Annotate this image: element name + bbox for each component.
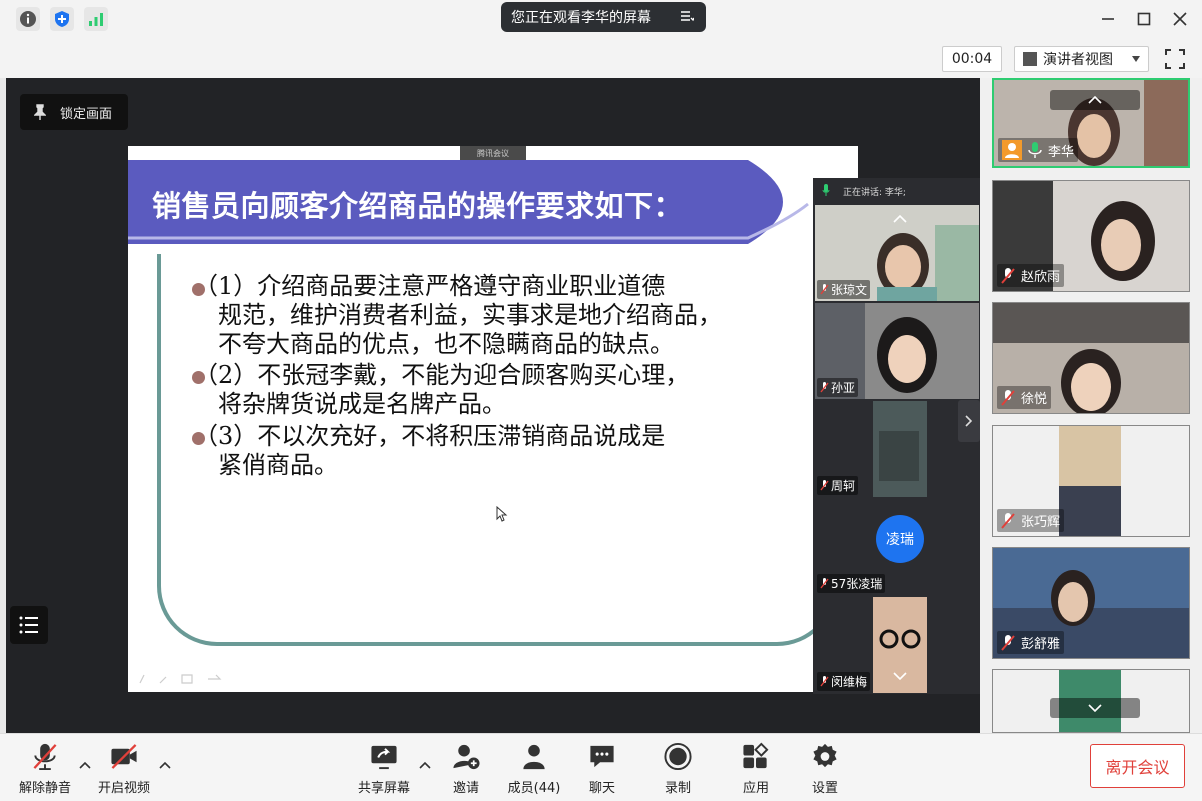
mouse-cursor-icon [496,506,508,522]
leave-meeting-button[interactable]: 离开会议 [1090,744,1185,788]
video-off-icon [111,744,137,769]
bullet-3-line-2: 紧俏商品。 [218,451,338,479]
share-notice-text: 您正在观看李华的屏幕 [511,10,651,26]
strip-next-button[interactable] [958,400,980,442]
lock-view-button[interactable]: 锁定画面 [20,94,128,130]
participant-name: 闵维梅 [817,672,871,691]
pin-icon [34,104,46,120]
participant-name: 张巧辉 [997,509,1065,532]
participant-tile[interactable]: 孙亚 [815,303,979,399]
add-user-icon [453,744,480,770]
gallery-scroll-up[interactable] [1050,90,1140,110]
participant-name: 赵欣雨 [997,264,1065,287]
speaking-indicator: 正在讲话: 李华; [813,178,980,204]
chevron-down-icon [1132,56,1140,62]
muted-mic-icon [820,382,829,393]
slide-pen-controls[interactable] [138,672,228,686]
record-button[interactable]: 录制 [643,738,713,796]
screen-share-notice[interactable]: 您正在观看李华的屏幕 [501,2,706,32]
bullet-2-line-1: （2）不张冠李戴，不能为迎合顾客购买心理， [194,361,690,389]
participant-tile[interactable]: 周轲 [815,401,979,497]
gallery-tile[interactable]: 彭舒雅 [992,547,1190,659]
view-mode-label: 演讲者视图 [1043,52,1113,68]
share-screen-button[interactable]: 共享屏幕 [349,738,419,796]
bullet-1-line-2: 规范，维护消费者利益，实事求是地介绍商品， [218,301,722,329]
chevron-up-icon [1088,96,1102,104]
gallery-tile[interactable]: 张巧辉 [992,425,1190,537]
apps-button[interactable]: 应用 [721,738,791,796]
mic-icon [822,184,830,196]
maximize-icon[interactable] [1133,8,1155,30]
chat-button[interactable]: 聊天 [567,738,637,796]
chevron-up-icon[interactable] [159,760,171,770]
close-icon[interactable] [1169,8,1191,30]
participant-name: 徐悦 [997,386,1052,409]
muted-mic-icon [1001,267,1015,284]
gear-icon [813,743,837,768]
muted-mic-icon [820,480,829,491]
members-button[interactable]: 成员(44) [499,738,569,796]
invite-button[interactable]: 邀请 [431,738,501,796]
start-video-button[interactable]: 开启视频 [89,738,159,796]
bullet-1-line-3: 不夸大商品的优点，也不隐瞒商品的缺点。 [218,330,674,358]
bullet-1: （1）介绍商品要注意严格遵守商业职业道德 规范，维护消费者利益，实事求是地介绍商… [194,272,722,359]
list-menu-icon[interactable] [680,9,694,23]
fullscreen-icon[interactable] [1164,48,1186,70]
bullet-2-line-2: 将杂牌货说成是名牌产品。 [218,390,506,418]
participant-name: 周轲 [817,476,859,495]
chevron-down-icon [1088,704,1102,712]
muted-mic-icon [820,284,829,295]
chat-icon [590,745,614,768]
muted-mic-icon [820,676,829,687]
meeting-timer: 00:04 [942,46,1002,72]
lock-view-label: 锁定画面 [60,106,113,122]
participant-name: 李华 [998,138,1079,162]
muted-mic-icon [1001,634,1015,651]
settings-button[interactable]: 设置 [790,738,860,796]
layout-icon [1023,52,1037,66]
chevron-right-icon [965,415,973,427]
user-icon [1002,140,1022,160]
slide-app-tag: 腾讯会议 [460,146,526,160]
participant-name: 57张凌瑞 [817,574,886,593]
mic-icon [1028,142,1042,158]
chevron-down-icon[interactable] [893,672,907,680]
bullet-2: （2）不张冠李戴，不能为迎合顾客购买心理， 将杂牌货说成是名牌产品。 [194,361,689,419]
gallery-tile[interactable]: 赵欣雨 [992,180,1190,292]
record-icon [664,742,692,771]
muted-mic-icon [820,578,829,589]
members-icon [523,744,545,770]
participant-name: 彭舒雅 [997,631,1065,654]
minimize-icon[interactable] [1097,8,1119,30]
chevron-up-icon[interactable] [419,760,431,770]
share-screen-icon [371,745,397,770]
chevron-up-icon[interactable] [893,215,907,223]
muted-mic-icon [1001,512,1015,529]
view-mode-dropdown[interactable]: 演讲者视图 [1014,46,1149,72]
list-icon [19,616,38,634]
participant-avatar: 凌瑞 [876,515,924,563]
gallery-tile[interactable]: 徐悦 [992,302,1190,414]
unmute-button[interactable]: 解除静音 [10,738,80,796]
speaking-now-text: 正在讲话: 李华; [843,187,906,198]
apps-icon [743,742,769,769]
info-icon[interactable] [16,7,40,31]
bullet-3-line-1: （3）不以次充好，不将积压滞销商品说成是 [194,422,666,450]
slide-menu-button[interactable] [10,606,48,644]
signal-icon[interactable] [84,7,108,31]
slide-title: 销售员向顾客介绍商品的操作要求如下： [152,189,684,223]
bullet-1-line-1: （1）介绍商品要注意严格遵守商业职业道德 [194,272,666,300]
muted-mic-icon [1001,389,1015,406]
participant-name: 张琼文 [817,280,871,299]
gallery-scroll-down[interactable] [1050,698,1140,718]
shield-icon[interactable] [50,7,74,31]
muted-mic-icon [33,743,57,771]
bullet-3: （3）不以次充好，不将积压滞销商品说成是 紧俏商品。 [194,422,665,480]
participant-name: 孙亚 [817,378,859,397]
